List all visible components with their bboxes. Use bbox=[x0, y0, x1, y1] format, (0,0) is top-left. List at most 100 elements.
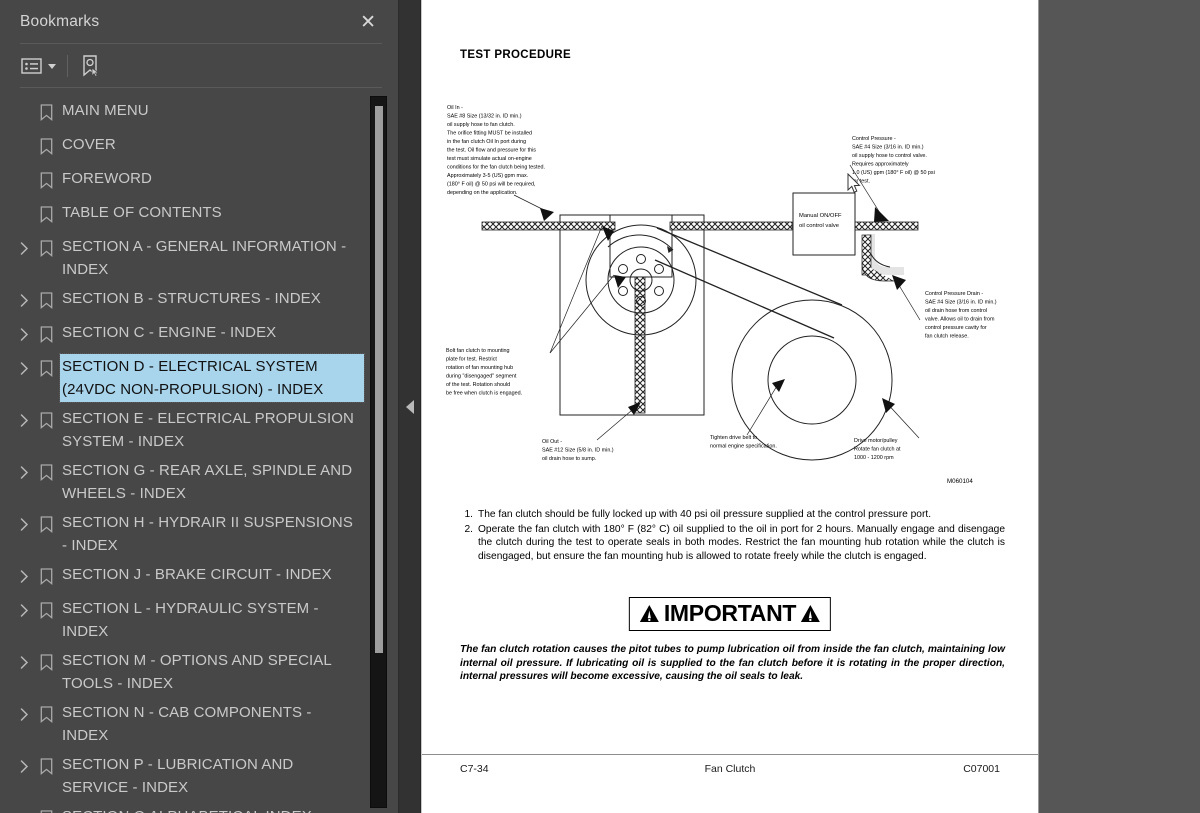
bookmark-item-label: COVER bbox=[62, 136, 116, 153]
warning-triangle-icon bbox=[639, 604, 660, 623]
expand-toggle-icon[interactable] bbox=[14, 564, 34, 588]
chevron-right-icon bbox=[20, 707, 28, 721]
page-title: TEST PROCEDURE bbox=[460, 49, 571, 61]
bookmark-item-label: SECTION M - OPTIONS AND SPECIAL TOOLS - … bbox=[62, 652, 332, 692]
bookmark-item-label: SECTION B - STRUCTURES - INDEX bbox=[62, 290, 321, 307]
panel-title: Bookmarks bbox=[20, 13, 100, 30]
chevron-right-icon bbox=[20, 655, 28, 669]
collapse-left-arrow-icon[interactable] bbox=[399, 0, 421, 813]
annotation-cp-drain-line-1: Control Pressure Drain - bbox=[925, 291, 983, 297]
expand-toggle-icon[interactable] bbox=[14, 702, 34, 726]
annotation-oil-in-line-10: (180° F oil) @ 50 psi will be required, bbox=[447, 182, 536, 188]
chevron-down-icon bbox=[48, 63, 56, 69]
chevron-right-icon bbox=[20, 603, 28, 617]
bookmark-icon bbox=[34, 356, 58, 380]
annotation-bolt-line-2: plate for test. Restrict bbox=[446, 357, 497, 363]
annotation-bolt-line-5: of the test. Rotation should bbox=[446, 382, 510, 388]
bookmark-item[interactable]: FOREWORD bbox=[0, 164, 398, 198]
chevron-right-icon bbox=[20, 327, 28, 341]
bookmark-item[interactable]: TABLE OF CONTENTS bbox=[0, 198, 398, 232]
chevron-right-icon bbox=[20, 361, 28, 375]
bookmark-item[interactable]: SECTION L - HYDRAULIC SYSTEM - INDEX bbox=[0, 594, 398, 646]
annotation-oil-in-line-9: Approximately 3-5 (US) gpm max. bbox=[447, 173, 528, 179]
expand-toggle-icon[interactable] bbox=[14, 236, 34, 260]
annotation-oil-out-line-2: SAE #12 Size (5/8 in. ID min.) bbox=[542, 448, 614, 454]
expand-toggle-icon[interactable] bbox=[14, 356, 34, 380]
bookmark-item[interactable]: SECTION Q ALPHABETICAL INDEX bbox=[0, 802, 398, 813]
bookmark-icon bbox=[40, 515, 52, 533]
footer-divider bbox=[422, 754, 1038, 755]
bookmark-item[interactable]: SECTION C - ENGINE - INDEX bbox=[0, 318, 398, 352]
annotation-oil-out-line-3: oil drain hose to sump. bbox=[542, 456, 596, 462]
page-footer: C7-34 Fan Clutch C07001 bbox=[460, 763, 1000, 775]
bookmark-icon bbox=[40, 757, 52, 775]
annotation-control-pressure-line-4: Requires approximately bbox=[852, 162, 909, 168]
bookmark-icon bbox=[40, 137, 52, 155]
bookmark-item-label: SECTION P - LUBRICATION AND SERVICE - IN… bbox=[62, 756, 294, 796]
bookmark-options-list-icon[interactable] bbox=[19, 55, 58, 77]
bookmark-icon bbox=[40, 205, 52, 223]
expand-toggle-icon[interactable] bbox=[14, 460, 34, 484]
important-notice-text: The fan clutch rotation causes the pitot… bbox=[460, 644, 1005, 683]
bookmark-item[interactable]: MAIN MENU bbox=[0, 96, 398, 130]
bookmark-item[interactable]: SECTION N - CAB COMPONENTS - INDEX bbox=[0, 698, 398, 750]
bookmark-item[interactable]: COVER bbox=[0, 130, 398, 164]
footer-doc-code: C07001 bbox=[963, 763, 1000, 775]
list-options-glyph bbox=[21, 58, 42, 74]
bookmarks-toolbar bbox=[0, 44, 398, 88]
find-current-bookmark-icon[interactable] bbox=[79, 53, 103, 79]
annotation-oil-in-line-11: depending on the application. bbox=[447, 190, 517, 196]
annotation-oil-in-line-1: Oil In - bbox=[447, 105, 463, 111]
annotation-control-pressure-line-6: for test. bbox=[852, 179, 870, 185]
expand-toggle-icon[interactable] bbox=[14, 322, 34, 346]
valve-box-line-2: oil control valve bbox=[799, 223, 839, 229]
bookmarks-scrollbar[interactable] bbox=[370, 96, 387, 808]
bookmark-item[interactable]: SECTION A - GENERAL INFORMATION - INDEX bbox=[0, 232, 398, 284]
bookmark-item[interactable]: SECTION J - BRAKE CIRCUIT - INDEX bbox=[0, 560, 398, 594]
expand-toggle-icon[interactable] bbox=[14, 598, 34, 622]
annotation-oil-in-line-4: The orifice fitting MUST be installed bbox=[447, 131, 532, 137]
bookmark-icon bbox=[40, 325, 52, 343]
expand-toggle-icon[interactable] bbox=[14, 288, 34, 312]
bookmark-pointer-glyph bbox=[83, 55, 100, 77]
bookmark-item-label: SECTION C - ENGINE - INDEX bbox=[62, 324, 277, 341]
annotation-oil-in-line-8: conditions for the fan clutch being test… bbox=[447, 165, 545, 171]
bookmark-item[interactable]: SECTION B - STRUCTURES - INDEX bbox=[0, 284, 398, 318]
bookmark-icon bbox=[34, 408, 58, 432]
bookmark-icon bbox=[34, 564, 58, 588]
bookmark-item[interactable]: SECTION G - REAR AXLE, SPINDLE AND WHEEL… bbox=[0, 456, 398, 508]
pdf-reader-window: Bookmarks ✕ MAIN MENU COVER FOREWORD TAB… bbox=[0, 0, 1200, 813]
bookmark-icon bbox=[40, 239, 52, 257]
expand-toggle-icon[interactable] bbox=[14, 754, 34, 778]
annotation-bolt-line-3: rotation of fan mounting hub bbox=[446, 365, 513, 371]
close-icon[interactable]: ✕ bbox=[354, 9, 382, 36]
bookmark-item[interactable]: SECTION M - OPTIONS AND SPECIAL TOOLS - … bbox=[0, 646, 398, 698]
bookmark-item[interactable]: SECTION E - ELECTRICAL PROPULSION SYSTEM… bbox=[0, 404, 398, 456]
bookmark-icon bbox=[40, 291, 52, 309]
chevron-right-icon bbox=[20, 517, 28, 531]
bookmark-item[interactable]: SECTION P - LUBRICATION AND SERVICE - IN… bbox=[0, 750, 398, 802]
bookmark-item-label: TABLE OF CONTENTS bbox=[62, 204, 222, 221]
annotation-cp-drain-line-4: valve. Allows oil to drain from bbox=[925, 317, 995, 323]
step-number: 2. bbox=[464, 523, 474, 535]
bookmark-item-label: SECTION A - GENERAL INFORMATION - INDEX bbox=[62, 238, 347, 278]
annotation-drive-motor-line-1: Drive motor/pulley bbox=[854, 438, 898, 444]
annotation-bolt-line-6: be free when clutch is engaged. bbox=[446, 391, 522, 397]
document-viewport[interactable]: TEST PROCEDURE Manual ON/OFF oil control… bbox=[421, 0, 1200, 813]
bookmark-icon bbox=[34, 322, 58, 346]
annotation-drive-motor-line-3: 1000 - 1200 rpm bbox=[854, 455, 894, 461]
expand-toggle-icon[interactable] bbox=[14, 650, 34, 674]
warning-triangle-icon bbox=[800, 604, 821, 623]
panel-splitter[interactable] bbox=[399, 0, 421, 813]
bookmarks-scrollbar-thumb[interactable] bbox=[375, 106, 383, 653]
step-number: 1. bbox=[464, 509, 474, 520]
bookmark-item[interactable]: SECTION H - HYDRAIR II SUSPENSIONS - IND… bbox=[0, 508, 398, 560]
expand-toggle-icon[interactable] bbox=[14, 408, 34, 432]
bookmark-tree[interactable]: MAIN MENU COVER FOREWORD TABLE OF CONTENTS S… bbox=[0, 88, 398, 813]
chevron-right-icon bbox=[20, 293, 28, 307]
expand-toggle-icon[interactable] bbox=[14, 512, 34, 536]
annotation-tighten-belt-line-2: normal engine specification. bbox=[710, 444, 777, 450]
bookmark-item[interactable]: SECTION D - ELECTRICAL SYSTEM (24VDC NON… bbox=[0, 352, 398, 404]
chevron-right-icon bbox=[20, 569, 28, 583]
bookmark-item-label: SECTION L - HYDRAULIC SYSTEM - INDEX bbox=[62, 600, 319, 640]
